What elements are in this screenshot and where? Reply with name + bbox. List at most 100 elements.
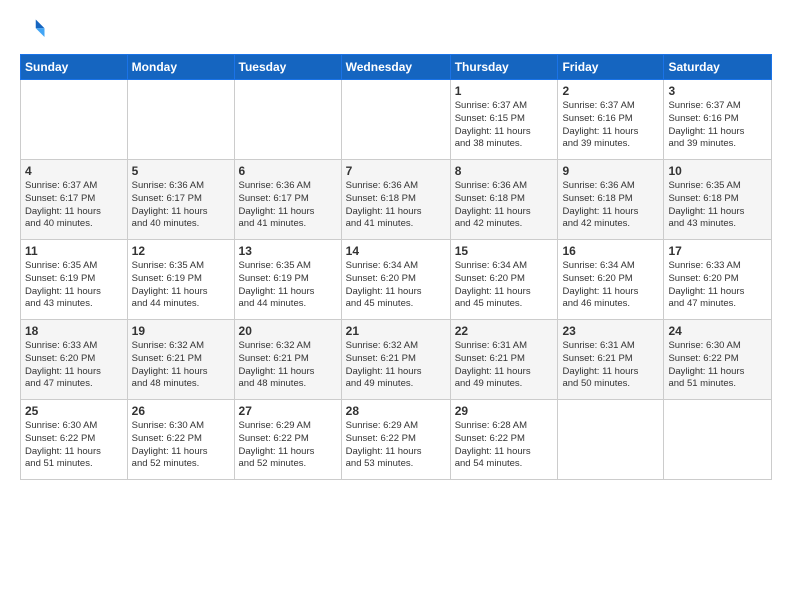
day-number: 28 xyxy=(346,404,446,418)
day-number: 21 xyxy=(346,324,446,338)
day-info: Sunrise: 6:30 AM Sunset: 6:22 PM Dayligh… xyxy=(25,420,123,471)
day-number: 11 xyxy=(25,244,123,258)
day-info: Sunrise: 6:29 AM Sunset: 6:22 PM Dayligh… xyxy=(346,420,446,471)
day-number: 5 xyxy=(132,164,230,178)
day-number: 25 xyxy=(25,404,123,418)
day-info: Sunrise: 6:34 AM Sunset: 6:20 PM Dayligh… xyxy=(346,260,446,311)
day-info: Sunrise: 6:36 AM Sunset: 6:18 PM Dayligh… xyxy=(562,180,659,231)
day-cell xyxy=(127,80,234,160)
day-info: Sunrise: 6:32 AM Sunset: 6:21 PM Dayligh… xyxy=(239,340,337,391)
day-cell: 9 Sunrise: 6:36 AM Sunset: 6:18 PM Daylig… xyxy=(558,160,664,240)
day-number: 23 xyxy=(562,324,659,338)
day-cell: 5 Sunrise: 6:36 AM Sunset: 6:17 PM Daylig… xyxy=(127,160,234,240)
day-cell xyxy=(234,80,341,160)
day-info: Sunrise: 6:37 AM Sunset: 6:15 PM Dayligh… xyxy=(455,100,554,151)
day-number: 17 xyxy=(668,244,767,258)
day-number: 27 xyxy=(239,404,337,418)
day-info: Sunrise: 6:35 AM Sunset: 6:19 PM Dayligh… xyxy=(239,260,337,311)
header-area xyxy=(20,16,772,44)
day-number: 29 xyxy=(455,404,554,418)
week-row-1: 1 Sunrise: 6:37 AM Sunset: 6:15 PM Daylig… xyxy=(21,80,772,160)
day-info: Sunrise: 6:31 AM Sunset: 6:21 PM Dayligh… xyxy=(562,340,659,391)
day-number: 20 xyxy=(239,324,337,338)
day-cell: 1 Sunrise: 6:37 AM Sunset: 6:15 PM Daylig… xyxy=(450,80,558,160)
day-info: Sunrise: 6:32 AM Sunset: 6:21 PM Dayligh… xyxy=(132,340,230,391)
day-number: 9 xyxy=(562,164,659,178)
day-cell: 20 Sunrise: 6:32 AM Sunset: 6:21 PM Dayli… xyxy=(234,320,341,400)
logo-icon xyxy=(20,16,48,44)
day-number: 12 xyxy=(132,244,230,258)
calendar-table: SundayMondayTuesdayWednesdayThursdayFrid… xyxy=(20,54,772,480)
day-cell: 14 Sunrise: 6:34 AM Sunset: 6:20 PM Dayli… xyxy=(341,240,450,320)
day-number: 8 xyxy=(455,164,554,178)
day-cell xyxy=(558,400,664,480)
day-cell: 28 Sunrise: 6:29 AM Sunset: 6:22 PM Dayli… xyxy=(341,400,450,480)
day-cell: 19 Sunrise: 6:32 AM Sunset: 6:21 PM Dayli… xyxy=(127,320,234,400)
day-info: Sunrise: 6:35 AM Sunset: 6:19 PM Dayligh… xyxy=(25,260,123,311)
day-number: 14 xyxy=(346,244,446,258)
day-cell: 24 Sunrise: 6:30 AM Sunset: 6:22 PM Dayli… xyxy=(664,320,772,400)
day-cell: 22Sunrise: 6:31 AM Sunset: 6:21 PM Dayli… xyxy=(450,320,558,400)
day-info: Sunrise: 6:37 AM Sunset: 6:16 PM Dayligh… xyxy=(562,100,659,151)
day-info: Sunrise: 6:33 AM Sunset: 6:20 PM Dayligh… xyxy=(668,260,767,311)
day-cell xyxy=(21,80,128,160)
day-info: Sunrise: 6:37 AM Sunset: 6:17 PM Dayligh… xyxy=(25,180,123,231)
weekday-header-monday: Monday xyxy=(127,55,234,80)
day-cell xyxy=(664,400,772,480)
day-info: Sunrise: 6:30 AM Sunset: 6:22 PM Dayligh… xyxy=(132,420,230,471)
weekday-header-friday: Friday xyxy=(558,55,664,80)
weekday-header-tuesday: Tuesday xyxy=(234,55,341,80)
day-info: Sunrise: 6:37 AM Sunset: 6:16 PM Dayligh… xyxy=(668,100,767,151)
day-cell: 6 Sunrise: 6:36 AM Sunset: 6:17 PM Daylig… xyxy=(234,160,341,240)
week-row-3: 11 Sunrise: 6:35 AM Sunset: 6:19 PM Dayli… xyxy=(21,240,772,320)
day-info: Sunrise: 6:36 AM Sunset: 6:18 PM Dayligh… xyxy=(455,180,554,231)
day-info: Sunrise: 6:36 AM Sunset: 6:17 PM Dayligh… xyxy=(239,180,337,231)
day-number: 15 xyxy=(455,244,554,258)
day-info: Sunrise: 6:30 AM Sunset: 6:22 PM Dayligh… xyxy=(668,340,767,391)
day-cell: 25 Sunrise: 6:30 AM Sunset: 6:22 PM Dayli… xyxy=(21,400,128,480)
day-cell: 18 Sunrise: 6:33 AM Sunset: 6:20 PM Dayli… xyxy=(21,320,128,400)
day-info: Sunrise: 6:34 AM Sunset: 6:20 PM Dayligh… xyxy=(455,260,554,311)
day-cell: 13Sunrise: 6:35 AM Sunset: 6:19 PM Dayli… xyxy=(234,240,341,320)
day-cell: 27Sunrise: 6:29 AM Sunset: 6:22 PM Dayli… xyxy=(234,400,341,480)
day-cell: 10Sunrise: 6:35 AM Sunset: 6:18 PM Dayli… xyxy=(664,160,772,240)
logo xyxy=(20,16,52,44)
day-number: 3 xyxy=(668,84,767,98)
week-row-4: 18 Sunrise: 6:33 AM Sunset: 6:20 PM Dayli… xyxy=(21,320,772,400)
day-number: 22 xyxy=(455,324,554,338)
day-cell: 7Sunrise: 6:36 AM Sunset: 6:18 PM Daylig… xyxy=(341,160,450,240)
day-info: Sunrise: 6:33 AM Sunset: 6:20 PM Dayligh… xyxy=(25,340,123,391)
day-number: 26 xyxy=(132,404,230,418)
day-cell: 17 Sunrise: 6:33 AM Sunset: 6:20 PM Dayli… xyxy=(664,240,772,320)
day-number: 6 xyxy=(239,164,337,178)
weekday-header-row: SundayMondayTuesdayWednesdayThursdayFrid… xyxy=(21,55,772,80)
day-cell xyxy=(341,80,450,160)
day-info: Sunrise: 6:36 AM Sunset: 6:17 PM Dayligh… xyxy=(132,180,230,231)
week-row-5: 25 Sunrise: 6:30 AM Sunset: 6:22 PM Dayli… xyxy=(21,400,772,480)
day-cell: 11 Sunrise: 6:35 AM Sunset: 6:19 PM Dayli… xyxy=(21,240,128,320)
day-cell: 4Sunrise: 6:37 AM Sunset: 6:17 PM Daylig… xyxy=(21,160,128,240)
day-number: 10 xyxy=(668,164,767,178)
day-cell: 23 Sunrise: 6:31 AM Sunset: 6:21 PM Dayli… xyxy=(558,320,664,400)
day-info: Sunrise: 6:28 AM Sunset: 6:22 PM Dayligh… xyxy=(455,420,554,471)
week-row-2: 4Sunrise: 6:37 AM Sunset: 6:17 PM Daylig… xyxy=(21,160,772,240)
day-number: 16 xyxy=(562,244,659,258)
weekday-header-saturday: Saturday xyxy=(664,55,772,80)
day-number: 24 xyxy=(668,324,767,338)
day-number: 19 xyxy=(132,324,230,338)
day-cell: 2Sunrise: 6:37 AM Sunset: 6:16 PM Daylig… xyxy=(558,80,664,160)
day-number: 18 xyxy=(25,324,123,338)
day-info: Sunrise: 6:32 AM Sunset: 6:21 PM Dayligh… xyxy=(346,340,446,391)
weekday-header-sunday: Sunday xyxy=(21,55,128,80)
page: SundayMondayTuesdayWednesdayThursdayFrid… xyxy=(0,0,792,612)
day-info: Sunrise: 6:36 AM Sunset: 6:18 PM Dayligh… xyxy=(346,180,446,231)
day-number: 1 xyxy=(455,84,554,98)
weekday-header-thursday: Thursday xyxy=(450,55,558,80)
day-cell: 21 Sunrise: 6:32 AM Sunset: 6:21 PM Dayli… xyxy=(341,320,450,400)
day-cell: 26 Sunrise: 6:30 AM Sunset: 6:22 PM Dayli… xyxy=(127,400,234,480)
day-cell: 29 Sunrise: 6:28 AM Sunset: 6:22 PM Dayli… xyxy=(450,400,558,480)
day-info: Sunrise: 6:35 AM Sunset: 6:19 PM Dayligh… xyxy=(132,260,230,311)
day-cell: 12 Sunrise: 6:35 AM Sunset: 6:19 PM Dayli… xyxy=(127,240,234,320)
day-cell: 3 Sunrise: 6:37 AM Sunset: 6:16 PM Daylig… xyxy=(664,80,772,160)
day-info: Sunrise: 6:34 AM Sunset: 6:20 PM Dayligh… xyxy=(562,260,659,311)
